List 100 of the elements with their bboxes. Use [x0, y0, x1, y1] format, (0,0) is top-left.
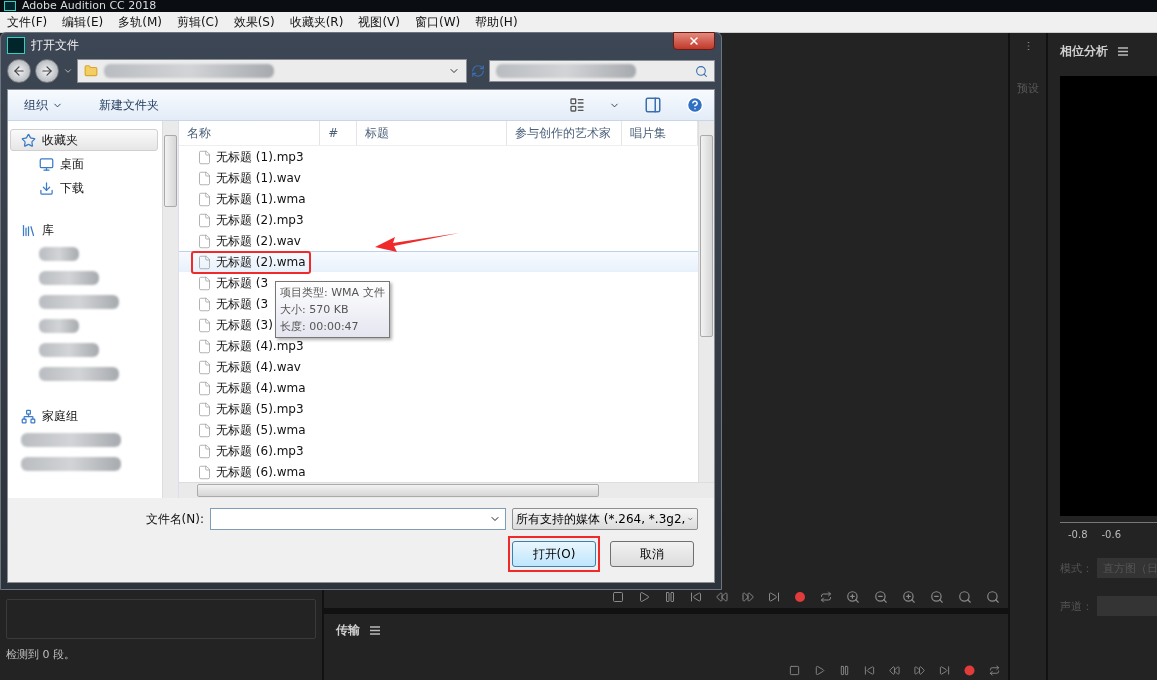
pause-icon[interactable]	[664, 591, 676, 603]
skip-back-icon[interactable]	[690, 591, 702, 603]
fast-forward-icon[interactable]	[914, 665, 925, 676]
file-row[interactable]: 无标题 (3	[179, 272, 276, 293]
search-icon[interactable]	[986, 590, 1000, 604]
file-row[interactable]: 无标题 (1).mp3	[179, 146, 311, 167]
nav-item[interactable]: 库	[10, 219, 158, 241]
file-name: 无标题 (5).wma	[216, 421, 306, 439]
file-row[interactable]: 无标题 (6).mp3	[179, 440, 311, 461]
file-row[interactable]: 无标题 (4).wav	[179, 356, 308, 377]
scrollbar[interactable]	[179, 482, 714, 498]
menu-item[interactable]: 文件(F)	[5, 12, 50, 32]
zoom-out-icon[interactable]	[930, 590, 944, 604]
column-header[interactable]: 标题	[356, 121, 508, 145]
file-icon	[197, 296, 212, 312]
file-icon	[197, 149, 212, 165]
menu-item[interactable]: 收藏夹(R)	[287, 12, 346, 32]
cancel-button[interactable]: 取消	[610, 541, 694, 567]
menu-item[interactable]: 窗口(W)	[412, 12, 463, 32]
new-folder-button[interactable]: 新建文件夹	[93, 94, 165, 116]
rewind-icon[interactable]	[889, 665, 900, 676]
pause-icon[interactable]	[839, 665, 850, 676]
column-header[interactable]: 参与创作的艺术家	[507, 121, 623, 145]
file-row[interactable]: 无标题 (2).wav	[179, 230, 308, 251]
skip-forward-icon[interactable]	[939, 665, 950, 676]
file-name: 无标题 (2).mp3	[216, 211, 304, 229]
more-icon[interactable]	[1026, 41, 1030, 51]
file-row[interactable]: 无标题 (2).wma	[179, 251, 698, 272]
file-row[interactable]: 无标题 (5).mp3	[179, 398, 311, 419]
rewind-icon[interactable]	[716, 591, 728, 603]
record-icon[interactable]	[964, 665, 975, 676]
view-icon[interactable]	[569, 97, 585, 113]
nav-icon	[21, 222, 36, 238]
file-name: 无标题 (2).wav	[216, 232, 301, 250]
file-name: 无标题 (1).wav	[216, 169, 301, 187]
file-row[interactable]: 无标题 (4).wma	[179, 377, 313, 398]
app-title: Adobe Audition CC 2018	[22, 0, 157, 12]
loop-icon[interactable]	[820, 591, 832, 603]
menu-item[interactable]: 视图(V)	[356, 12, 402, 32]
menu-item[interactable]: 多轨(M)	[116, 12, 164, 32]
zoom-in-icon[interactable]	[902, 590, 916, 604]
panel-title: 传输	[336, 622, 360, 639]
search-icon	[695, 64, 708, 78]
fast-forward-icon[interactable]	[742, 591, 754, 603]
forward-button[interactable]	[35, 59, 59, 84]
search-icon[interactable]	[958, 590, 972, 604]
menu-icon[interactable]	[1118, 47, 1128, 56]
play-icon[interactable]	[814, 665, 825, 676]
stop-icon[interactable]	[789, 665, 800, 676]
nav-item[interactable]: 下载	[10, 177, 158, 199]
nav-item[interactable]: 家庭组	[10, 405, 158, 427]
scrollbar[interactable]	[698, 121, 714, 482]
menu-item[interactable]: 效果(S)	[231, 12, 277, 32]
help-icon[interactable]	[686, 96, 704, 114]
file-row[interactable]: 无标题 (6).wma	[179, 461, 313, 482]
zoom-out-icon[interactable]	[874, 590, 888, 604]
menu-item[interactable]: 剪辑(C)	[174, 12, 221, 32]
status-text: 检测到 0 段。	[5, 647, 76, 663]
blurred-block	[39, 271, 99, 285]
nav-item[interactable]: 桌面	[10, 153, 158, 175]
address-field[interactable]	[77, 59, 467, 84]
tooltip-line: 大小: 570 KB	[280, 302, 350, 318]
menu-item[interactable]: 帮助(H)	[473, 12, 520, 32]
file-icon	[197, 464, 212, 480]
file-name: 无标题 (1).mp3	[216, 148, 304, 166]
blurred-block	[39, 247, 79, 261]
record-icon[interactable]	[794, 591, 806, 603]
file-icon	[197, 380, 212, 396]
file-row[interactable]: 无标题 (4).mp3	[179, 335, 311, 356]
file-row[interactable]: 无标题 (2).mp3	[179, 209, 311, 230]
column-header[interactable]: #	[320, 121, 357, 145]
file-icon	[197, 338, 212, 354]
file-row[interactable]: 无标题 (1).wma	[179, 188, 313, 209]
menu-item[interactable]: 编辑(E)	[60, 12, 106, 32]
blurred-block	[39, 343, 99, 357]
file-type-dropdown[interactable]: 所有支持的媒体 (*.264, *.3g2,	[512, 508, 698, 530]
close-button[interactable]	[673, 32, 715, 51]
zoom-in-icon[interactable]	[846, 590, 860, 604]
file-row[interactable]: 无标题 (3	[179, 293, 276, 314]
file-icon	[197, 359, 212, 375]
file-row[interactable]: 无标题 (1).wav	[179, 167, 308, 188]
nav-item[interactable]: 收藏夹	[10, 129, 158, 151]
skip-forward-icon[interactable]	[768, 591, 780, 603]
menu-icon[interactable]	[370, 626, 380, 635]
search-field[interactable]	[489, 60, 715, 83]
loop-icon[interactable]	[989, 665, 1000, 676]
open-button[interactable]: 打开(O)	[512, 541, 596, 567]
play-icon[interactable]	[638, 591, 650, 603]
filename-field[interactable]	[210, 508, 506, 530]
folder-icon	[84, 64, 98, 79]
column-header[interactable]: 名称	[179, 121, 321, 145]
close-icon	[688, 35, 700, 48]
skip-back-icon[interactable]	[864, 665, 875, 676]
preview-pane-icon[interactable]	[644, 96, 662, 114]
file-row[interactable]: 无标题 (5).wma	[179, 419, 313, 440]
back-button[interactable]	[7, 59, 31, 84]
organize-menu[interactable]: 组织	[18, 94, 69, 116]
scrollbar[interactable]	[162, 121, 178, 498]
file-name: 无标题 (6).wma	[216, 463, 306, 481]
stop-icon[interactable]	[612, 591, 624, 603]
